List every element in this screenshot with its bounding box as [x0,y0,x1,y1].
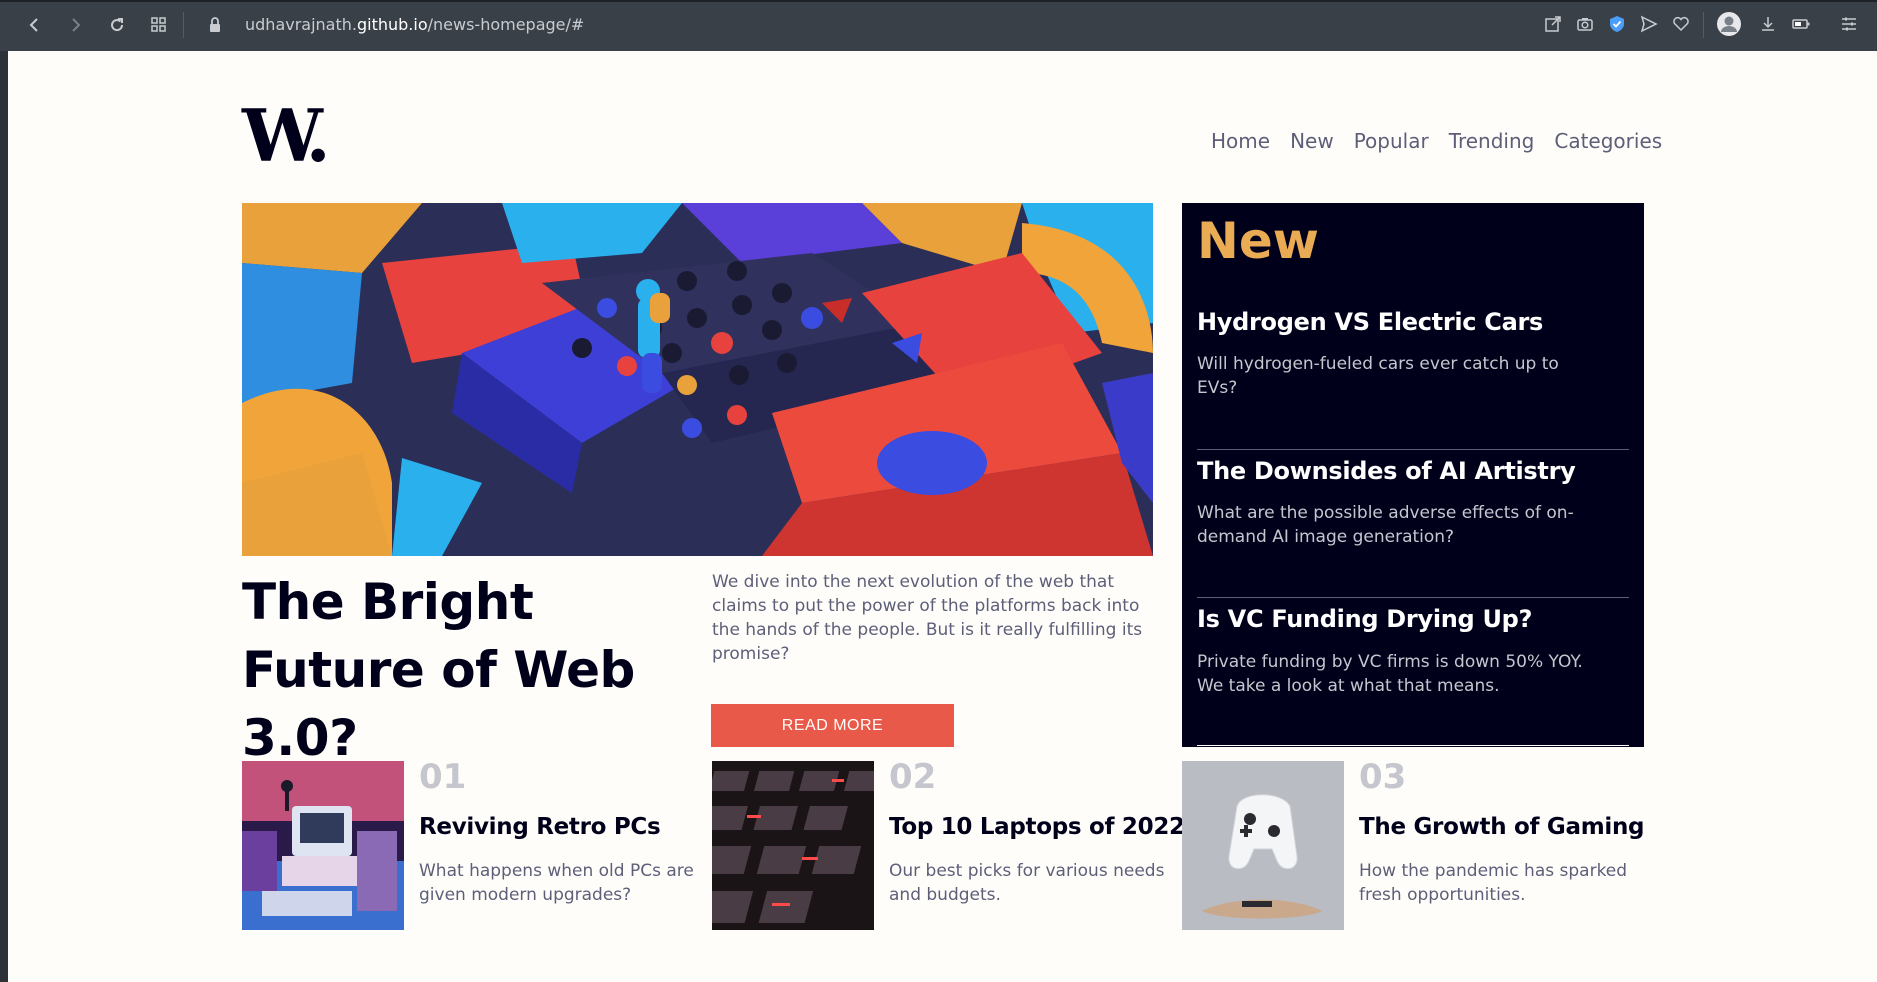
lock-icon[interactable] [202,12,228,38]
card-title[interactable]: The Growth of Gaming [1359,814,1645,840]
heart-icon[interactable] [1670,13,1692,35]
card-description: What happens when old PCs are given mode… [419,861,694,905]
hero-image [242,203,1153,556]
nav-link-home[interactable]: Home [1211,129,1270,153]
send-icon[interactable] [1638,13,1660,35]
new-item-title[interactable]: The Downsides of AI Artistry [1197,457,1576,485]
nav-link-new[interactable]: New [1290,129,1334,153]
new-item-title[interactable]: Hydrogen VS Electric Cars [1197,308,1543,336]
card-image-retro-pcs[interactable] [242,761,404,930]
reload-icon[interactable] [104,12,130,38]
card-title[interactable]: Reviving Retro PCs [419,814,661,840]
site-logo[interactable]: W. [242,100,331,172]
url-domain: github.io [356,15,428,34]
url-path: /news-homepage/# [427,15,585,34]
read-more-button[interactable]: READ MORE [711,704,954,747]
card-description: How the pandemic has sparked fresh oppor… [1359,861,1628,905]
new-item-description: Private funding by VC firms is down 50% … [1197,652,1583,696]
new-item-description: Will hydrogen-fueled cars ever catch up … [1197,354,1559,398]
back-icon[interactable] [22,12,48,38]
settings-sliders-icon[interactable] [1838,13,1860,35]
nav-link-trending[interactable]: Trending [1449,129,1535,153]
tabs-grid-icon[interactable] [146,12,172,38]
new-item-title[interactable]: Is VC Funding Drying Up? [1197,605,1532,633]
new-item-divider [1197,597,1629,598]
card-number: 01 [419,757,467,797]
card-image-gaming[interactable] [1182,761,1344,930]
shield-icon[interactable] [1606,13,1628,35]
address-bar[interactable]: udhavrajnath.github.io/news-homepage/# [245,15,584,34]
card-description: Our best picks for various needs and bud… [889,861,1165,905]
hero-title: The Bright Future of Web 3.0? [242,573,635,767]
nav-link-popular[interactable]: Popular [1354,129,1429,153]
new-item-description: What are the possible adverse effects of… [1197,503,1574,547]
toolbar-divider [1703,12,1704,38]
download-icon[interactable] [1757,13,1779,35]
card-title[interactable]: Top 10 Laptops of 2022 [889,814,1185,840]
card-image-laptops[interactable] [712,761,874,930]
new-item-divider [1197,449,1629,450]
main-nav: Home New Popular Trending Categories [1211,129,1662,153]
new-item-divider [1197,745,1629,746]
card-number: 03 [1359,757,1407,797]
camera-icon[interactable] [1574,13,1596,35]
window-top-edge [0,0,1877,2]
share-icon[interactable] [1542,13,1564,35]
avatar-icon[interactable] [1716,11,1742,37]
forward-icon[interactable] [62,12,88,38]
nav-link-categories[interactable]: Categories [1554,129,1662,153]
toolbar-divider [183,12,184,38]
hero-description: We dive into the next evolution of the w… [712,572,1143,664]
card-number: 02 [889,757,937,797]
window-left-edge [0,51,8,982]
battery-icon[interactable] [1790,13,1812,35]
url-prefix: udhavrajnath. [245,15,357,34]
new-panel-heading: New [1197,212,1319,270]
